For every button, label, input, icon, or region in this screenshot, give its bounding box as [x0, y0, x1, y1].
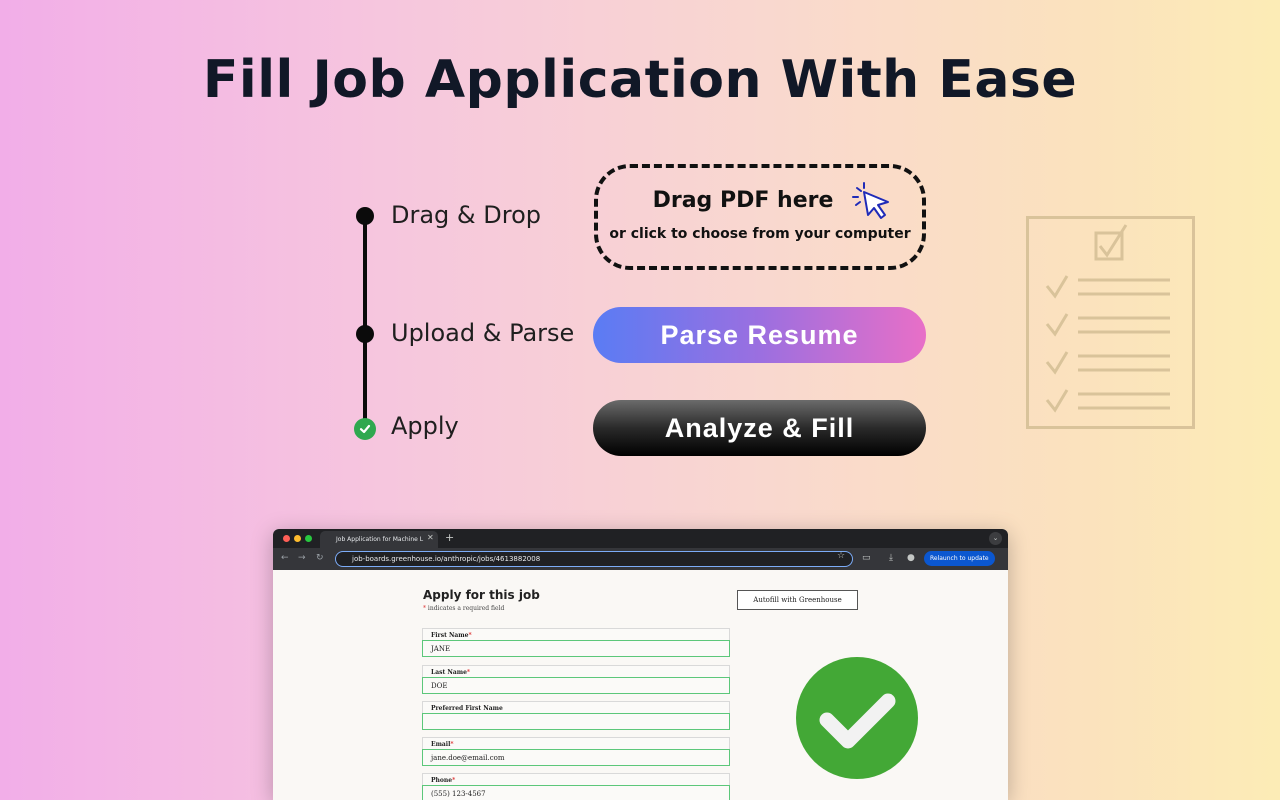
- step-label-apply: Apply: [391, 412, 459, 440]
- step-label-upload-parse: Upload & Parse: [391, 319, 575, 347]
- new-tab-icon[interactable]: +: [445, 531, 454, 544]
- pdf-dropzone[interactable]: Drag PDF here or click to choose from yo…: [594, 164, 926, 270]
- email-field: Email* jane.doe@email.com: [422, 737, 730, 768]
- dropzone-title: Drag PDF here: [652, 188, 834, 213]
- browser-tab-bar: Job Application for Machine L ✕ + ⌄: [273, 529, 1008, 548]
- checklist-icon: [1026, 216, 1196, 434]
- step-dot-drag-drop: [356, 207, 374, 225]
- download-icon[interactable]: ⤓: [889, 553, 893, 563]
- cursor-click-icon: [850, 182, 892, 224]
- dropzone-subtitle: or click to choose from your computer: [609, 226, 911, 242]
- window-close-button[interactable]: [283, 535, 290, 542]
- headline: Fill Job Application With Ease: [202, 50, 1078, 110]
- timeline-line: [363, 216, 367, 428]
- last-name-input[interactable]: DOE: [422, 677, 730, 694]
- browser-toolbar: ← → ↻ job-boards.greenhouse.io/anthropic…: [273, 548, 1008, 570]
- field-label: First Name*: [422, 628, 730, 640]
- apply-title: Apply for this job: [423, 588, 540, 602]
- preferred-first-name-input[interactable]: [422, 713, 730, 730]
- phone-input[interactable]: (555) 123-4567: [422, 785, 730, 800]
- tab-search-icon[interactable]: ⌄: [989, 532, 1002, 545]
- email-input[interactable]: jane.doe@email.com: [422, 749, 730, 766]
- required-note: * indicates a required field: [423, 605, 505, 612]
- parse-resume-button[interactable]: Parse Resume: [593, 307, 926, 363]
- browser-window: Job Application for Machine L ✕ + ⌄ ← → …: [273, 529, 1008, 800]
- address-bar[interactable]: job-boards.greenhouse.io/anthropic/jobs/…: [335, 551, 853, 567]
- extension-icon[interactable]: ▭: [862, 553, 871, 563]
- tab-close-icon[interactable]: ✕: [427, 533, 434, 542]
- first-name-input[interactable]: JANE: [422, 640, 730, 657]
- field-label: Preferred First Name: [422, 701, 730, 713]
- field-label: Email*: [422, 737, 730, 749]
- reload-icon[interactable]: ↻: [316, 553, 324, 563]
- bookmark-star-icon[interactable]: ☆: [837, 551, 845, 561]
- window-zoom-button[interactable]: [305, 535, 312, 542]
- first-name-field: First Name* JANE: [422, 628, 730, 659]
- back-arrow-icon[interactable]: ←: [281, 553, 289, 563]
- job-application-page: Apply for this job * indicates a require…: [273, 570, 1008, 800]
- last-name-field: Last Name* DOE: [422, 665, 730, 696]
- window-minimize-button[interactable]: [294, 535, 301, 542]
- browser-tab[interactable]: Job Application for Machine L: [320, 531, 438, 548]
- success-check-icon: [792, 657, 922, 783]
- analyze-fill-button[interactable]: Analyze & Fill: [593, 400, 926, 456]
- phone-field: Phone* (555) 123-4567: [422, 773, 730, 800]
- step-complete-check-icon: [354, 418, 376, 440]
- preferred-first-name-field: Preferred First Name: [422, 701, 730, 732]
- relaunch-update-button[interactable]: Relaunch to update: [924, 551, 995, 566]
- step-label-drag-drop: Drag & Drop: [391, 201, 541, 229]
- step-dot-upload-parse: [356, 325, 374, 343]
- profile-avatar-icon[interactable]: ●: [907, 553, 915, 563]
- field-label: Phone*: [422, 773, 730, 785]
- forward-arrow-icon[interactable]: →: [298, 553, 306, 563]
- autofill-greenhouse-button[interactable]: Autofill with Greenhouse: [737, 590, 858, 610]
- field-label: Last Name*: [422, 665, 730, 677]
